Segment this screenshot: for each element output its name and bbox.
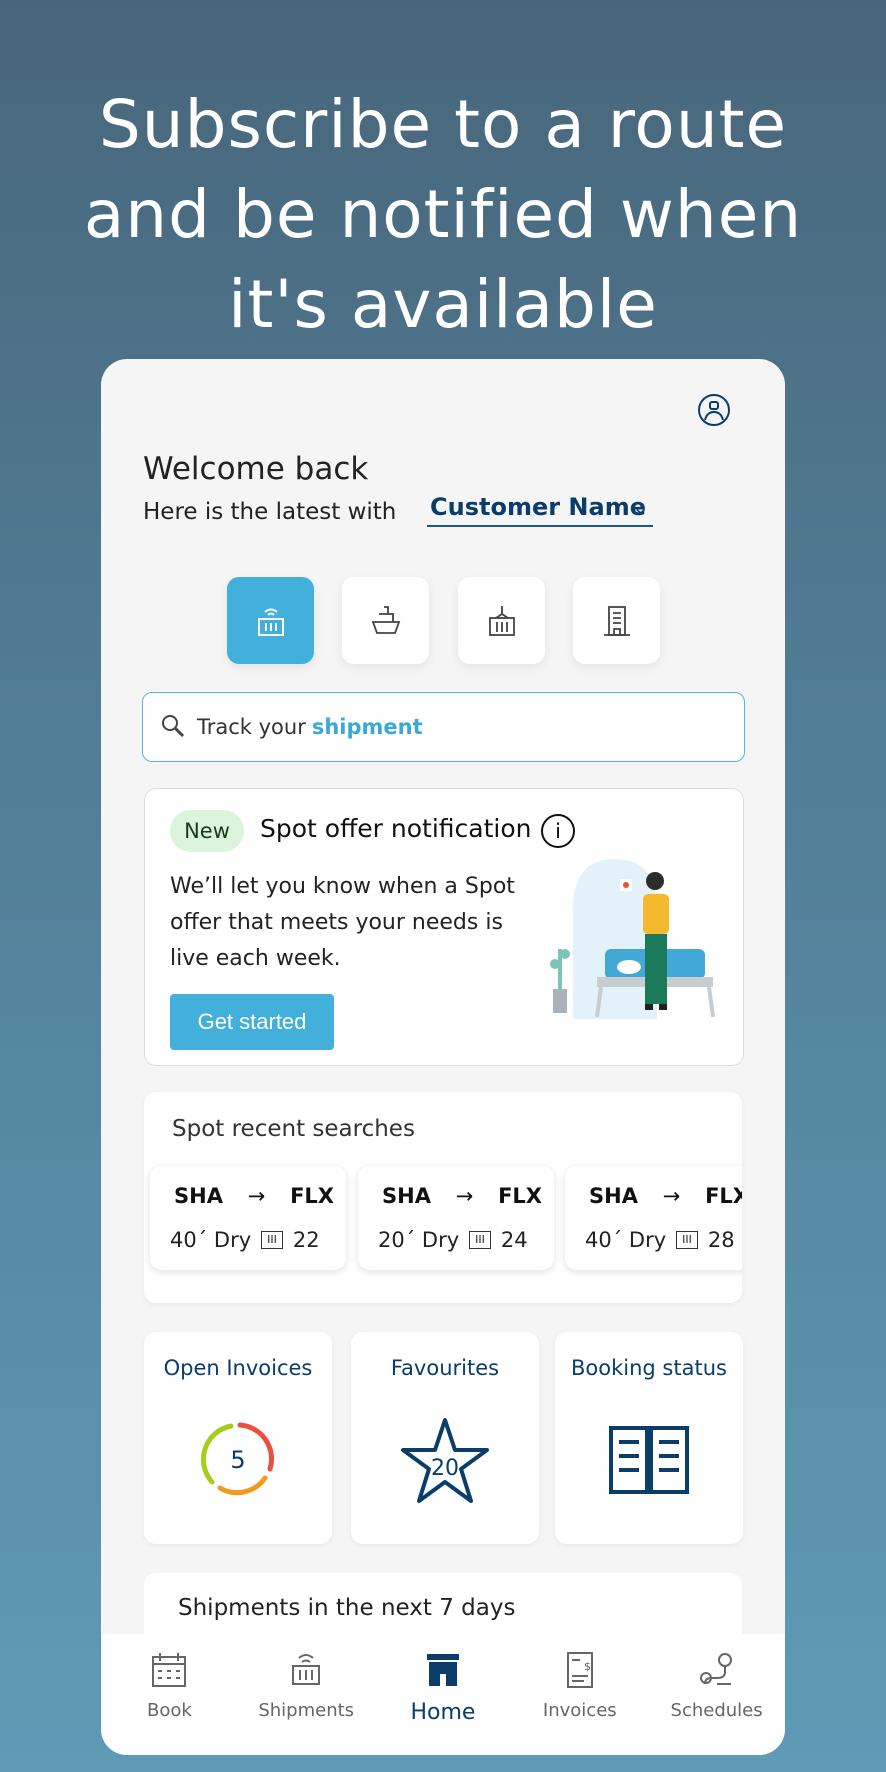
route-pin-icon <box>699 1653 732 1685</box>
search-placeholder: Track your <box>197 715 306 739</box>
offer-description: We’ll let you know when a Spot offer tha… <box>170 874 515 971</box>
profile-icon[interactable] <box>697 393 731 427</box>
welcome-subtitle: Here is the latest with <box>143 499 397 525</box>
open-book-icon <box>609 1426 689 1494</box>
spot-offer-card: New Spot offer notification i We’ll let … <box>144 788 744 1066</box>
container-icon <box>292 1654 321 1685</box>
nav-label: Schedules <box>670 1700 763 1721</box>
destination: FLX <box>705 1184 742 1208</box>
nav-label: Shipments <box>258 1700 355 1721</box>
nav-home[interactable]: Home <box>375 1634 512 1755</box>
svg-text:$: $ <box>584 1660 591 1673</box>
favourites-count: 20 <box>431 1456 459 1481</box>
headline-line: it's available <box>228 266 658 343</box>
tab-tracking[interactable] <box>227 577 314 664</box>
offer-title: Spot offer notification <box>260 814 532 843</box>
origin: SHA <box>382 1184 431 1208</box>
new-badge: New <box>170 810 244 852</box>
nav-label: Book <box>146 1700 192 1721</box>
get-started-button[interactable]: Get started <box>170 994 334 1050</box>
booking-status-tile[interactable]: Booking status <box>555 1332 743 1544</box>
search-placeholder-highlight: shipment <box>311 715 423 739</box>
tile-title: Favourites <box>390 1356 500 1380</box>
calendar-icon <box>152 1653 187 1687</box>
container-count: 24 <box>500 1228 528 1252</box>
open-invoices-tile[interactable]: Open Invoices 5 <box>144 1332 332 1544</box>
nav-label: Home <box>410 1700 476 1725</box>
container-tracking-icon <box>257 608 284 636</box>
nav-label: Invoices <box>542 1700 617 1721</box>
tile-title: Open Invoices <box>163 1356 313 1380</box>
invoice-ring-chart: 5 <box>200 1422 275 1496</box>
origin: SHA <box>589 1184 638 1208</box>
bottom-nav: Book Shipments Home $ Invoices Schedules <box>101 1634 785 1755</box>
container-icon: III <box>676 1231 698 1249</box>
container-icon: III <box>469 1231 491 1249</box>
arrow-right-icon: → <box>247 1184 266 1208</box>
tab-ship[interactable] <box>342 577 429 664</box>
headline-line: and be notified when <box>83 176 803 253</box>
shipments-title: Shipments in the next 7 days <box>178 1595 516 1621</box>
arrow-right-icon: → <box>662 1184 681 1208</box>
home-icon <box>426 1654 459 1686</box>
container-icon: III <box>261 1231 283 1249</box>
container-count: 28 <box>707 1228 735 1252</box>
recent-search-item[interactable]: SHA → FLX 40´ Dry III 28 <box>565 1166 742 1270</box>
favourites-tile[interactable]: Favourites 20 <box>351 1332 539 1544</box>
nav-book[interactable]: Book <box>101 1634 238 1755</box>
tab-crane[interactable] <box>458 577 545 664</box>
customer-name: Customer Name <box>430 493 646 521</box>
headline-line: Subscribe to a route <box>98 86 788 163</box>
container-type: 20´ Dry <box>378 1228 460 1252</box>
invoice-count: 5 <box>230 1446 245 1474</box>
star-icon: 20 <box>401 1418 489 1503</box>
tile-title: Booking status <box>571 1356 727 1380</box>
invoice-icon: $ <box>566 1652 593 1688</box>
recent-search-item[interactable]: SHA → FLX 20´ Dry III 24 <box>358 1166 554 1270</box>
ship-icon <box>371 605 400 634</box>
recent-searches-card: Spot recent searches SHA → FLX 40´ Dry III 2… <box>144 1092 742 1303</box>
container-type: 40´ Dry <box>170 1228 252 1252</box>
destination: FLX <box>498 1184 542 1208</box>
building-icon <box>603 605 630 636</box>
chevron-down-icon: ⌄ <box>632 495 649 519</box>
container-crane-icon <box>488 605 515 636</box>
headline: Subscribe to a route and be notified whe… <box>0 80 886 350</box>
app-screen: Welcome back Here is the latest with Cus… <box>101 359 785 1755</box>
container-count: 22 <box>292 1228 320 1252</box>
welcome-title: Welcome back <box>143 451 369 487</box>
customer-selector[interactable]: Customer Name ⌄ <box>427 493 653 527</box>
arrow-right-icon: → <box>455 1184 474 1208</box>
destination: FLX <box>290 1184 334 1208</box>
container-type: 40´ Dry <box>585 1228 667 1252</box>
nav-invoices[interactable]: $ Invoices <box>511 1634 648 1755</box>
nav-schedules[interactable]: Schedules <box>648 1634 785 1755</box>
recent-search-item[interactable]: SHA → FLX 40´ Dry III 22 <box>150 1166 346 1270</box>
person-illustration <box>550 859 715 1019</box>
info-icon[interactable]: i <box>541 814 575 848</box>
origin: SHA <box>174 1184 223 1208</box>
tab-warehouse[interactable] <box>573 577 660 664</box>
track-shipment-input[interactable]: Track your shipment <box>142 692 745 762</box>
search-icon <box>162 715 185 738</box>
nav-shipments[interactable]: Shipments <box>238 1634 375 1755</box>
